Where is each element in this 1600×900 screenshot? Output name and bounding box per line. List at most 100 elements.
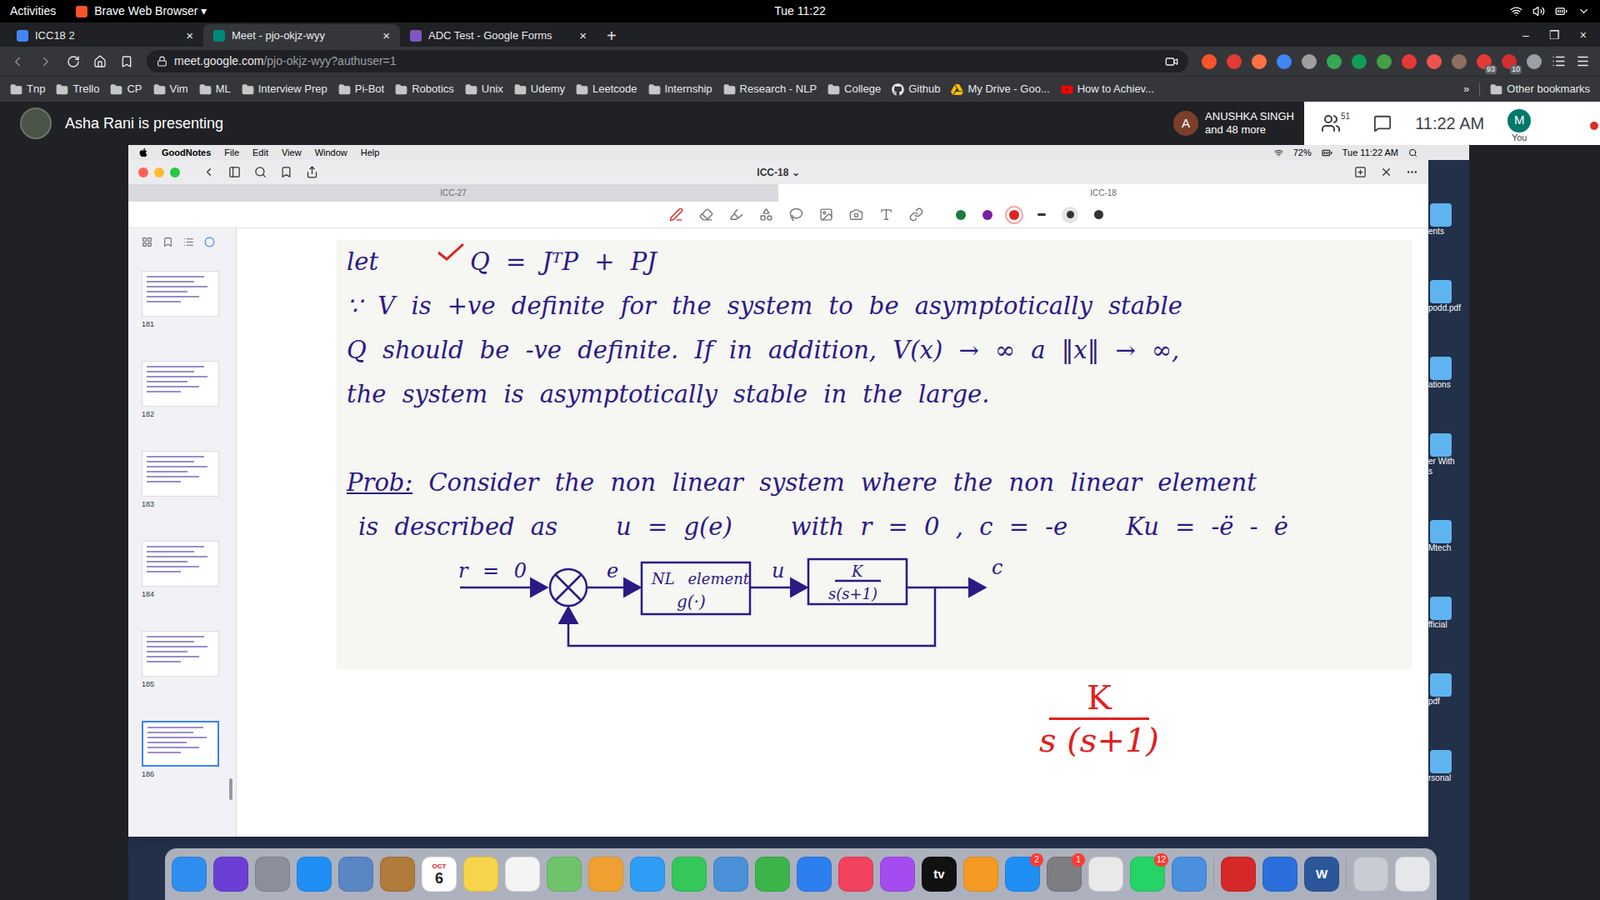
spotlight-icon[interactable] <box>1408 148 1418 158</box>
desktop-icon[interactable]: podd.pdf <box>1428 280 1470 314</box>
zoom-window-button[interactable] <box>170 167 180 178</box>
tool-button[interactable] <box>816 205 835 225</box>
bookmark-icon[interactable] <box>280 165 293 179</box>
people-button[interactable]: 51 <box>1320 113 1350 134</box>
dock-app-icon[interactable] <box>1220 856 1256 892</box>
mac-menu-item[interactable]: Edit <box>252 145 269 160</box>
sidebar-scrollbar[interactable] <box>229 778 233 800</box>
share-icon[interactable] <box>305 165 319 179</box>
tool-button[interactable] <box>846 205 865 225</box>
bookmark-item[interactable]: ML <box>199 80 231 98</box>
mac-menu-item[interactable]: Window <box>315 145 348 160</box>
close-window-button[interactable] <box>138 167 149 178</box>
extension-icon[interactable]: 10 <box>1501 54 1517 70</box>
minimize-window-button[interactable] <box>154 167 165 178</box>
window-control-button[interactable]: × <box>1580 26 1587 45</box>
dock-app-icon[interactable] <box>505 856 540 892</box>
extension-icon[interactable] <box>1276 54 1292 70</box>
extension-icon[interactable] <box>1451 54 1467 70</box>
bookmark-item[interactable]: How to Achiev... <box>1060 80 1155 98</box>
dock-app-icon[interactable]: tv <box>921 856 957 892</box>
dock-app-icon[interactable] <box>1395 856 1430 892</box>
pen-color-swatch[interactable] <box>1006 207 1022 223</box>
mac-menu-item[interactable]: GoodNotes <box>161 145 211 160</box>
window-control-button[interactable]: – <box>1522 26 1530 45</box>
extension-icon[interactable] <box>1376 54 1392 70</box>
window-control-button[interactable]: ❐ <box>1549 26 1560 45</box>
dock-app-icon[interactable]: W <box>1304 856 1340 892</box>
page-thumbnail[interactable]: 181 <box>141 270 236 330</box>
note-page[interactable]: letQ = JᵀP + PJ∵ V is +ve definite for t… <box>236 228 1429 760</box>
extension-icon[interactable] <box>1326 54 1342 70</box>
dock-app-icon[interactable]: 12 <box>1130 856 1165 892</box>
bookmark-icon[interactable] <box>120 55 134 69</box>
mac-menu-item[interactable]: File <box>224 145 240 160</box>
dock-app-icon[interactable] <box>380 856 415 892</box>
reload-icon[interactable] <box>66 55 80 69</box>
bookmark-item[interactable]: Github <box>891 80 940 98</box>
dock-app-icon[interactable] <box>1262 856 1298 892</box>
extension-icon[interactable] <box>1426 54 1442 70</box>
pen-color-swatch[interactable] <box>953 207 969 223</box>
browser-tab[interactable]: Meet - pjo-okjz-wyy× <box>203 24 400 47</box>
dock-app-icon[interactable] <box>838 856 874 892</box>
mac-menu-item[interactable]: Help <box>360 145 380 160</box>
dock-app-icon[interactable] <box>880 856 915 892</box>
dock-app-icon[interactable] <box>296 856 332 892</box>
tool-button[interactable] <box>666 205 685 225</box>
document-tab[interactable]: ICC-27 <box>128 184 779 202</box>
pen-width-button[interactable] <box>1061 206 1079 224</box>
back-icon[interactable] <box>10 54 25 70</box>
bookmark-item[interactable]: Udemy <box>514 80 565 98</box>
tab-close-button[interactable]: × <box>579 29 587 42</box>
new-tab-button[interactable]: + <box>596 24 627 47</box>
pen-color-swatch[interactable] <box>980 207 995 223</box>
bookmark-item[interactable]: Interview Prep <box>241 80 328 98</box>
dock-app-icon[interactable] <box>1088 856 1124 892</box>
extension-icon[interactable] <box>1251 54 1267 70</box>
dock-app-icon[interactable] <box>630 856 665 892</box>
desktop-icon[interactable]: er Withs <box>1428 433 1470 477</box>
sidebar-icon[interactable] <box>228 165 241 179</box>
dock-app-icon[interactable] <box>338 856 374 892</box>
pen-width-button[interactable] <box>1090 206 1107 224</box>
bookmark-item[interactable]: Tnp <box>10 80 45 98</box>
bookmark-item[interactable]: Research - NLP <box>723 80 817 98</box>
clock[interactable]: Tue 11:22 <box>774 2 826 20</box>
activities-button[interactable]: Activities <box>10 2 56 20</box>
tool-button[interactable] <box>906 205 925 225</box>
page-thumbnail[interactable]: 184 <box>141 540 236 600</box>
browser-tab[interactable]: ICC18 2× <box>6 24 204 47</box>
bookmark-item[interactable]: Internship <box>648 80 713 98</box>
bookmark-item[interactable]: Unix <box>465 80 504 98</box>
desktop-icon[interactable]: Mtech <box>1428 520 1470 554</box>
dock-app-icon[interactable] <box>963 856 999 892</box>
dock-app-icon[interactable]: 1 <box>1046 856 1082 892</box>
bookmark-item[interactable]: College <box>827 80 881 98</box>
tool-button[interactable] <box>786 205 805 225</box>
extension-icon[interactable] <box>1526 54 1542 70</box>
bookmark-item[interactable]: Pi-Bot <box>338 80 385 98</box>
tool-button[interactable] <box>876 205 895 225</box>
camera-icon[interactable] <box>1165 55 1179 69</box>
dock-app-icon[interactable] <box>1171 856 1207 892</box>
tool-button[interactable] <box>696 205 715 225</box>
app-menu[interactable]: Brave Web Browser ▾ <box>75 2 207 20</box>
dock-app-icon[interactable] <box>463 856 499 892</box>
document-title[interactable]: ICC-18 ⌄ <box>756 165 800 180</box>
dock-app-icon[interactable] <box>796 856 832 892</box>
dock-app-icon[interactable] <box>1353 856 1389 892</box>
dock-app-icon[interactable] <box>713 856 749 892</box>
browser-tab[interactable]: ADC Test - Google Forms× <box>400 24 597 47</box>
dock-app-icon[interactable] <box>546 856 582 892</box>
extension-icon[interactable] <box>1301 54 1317 70</box>
desktop-icon[interactable]: pdf <box>1428 673 1470 707</box>
bookmark-item[interactable]: Trello <box>55 80 100 98</box>
extension-icon[interactable] <box>1201 54 1217 70</box>
dock-app-icon[interactable] <box>213 856 249 892</box>
tool-button[interactable] <box>756 205 775 225</box>
tab-close-button[interactable]: × <box>382 29 390 42</box>
grid-view-icon[interactable] <box>141 236 153 248</box>
tool-button[interactable] <box>726 205 745 225</box>
system-menu-icon[interactable] <box>1577 5 1590 18</box>
